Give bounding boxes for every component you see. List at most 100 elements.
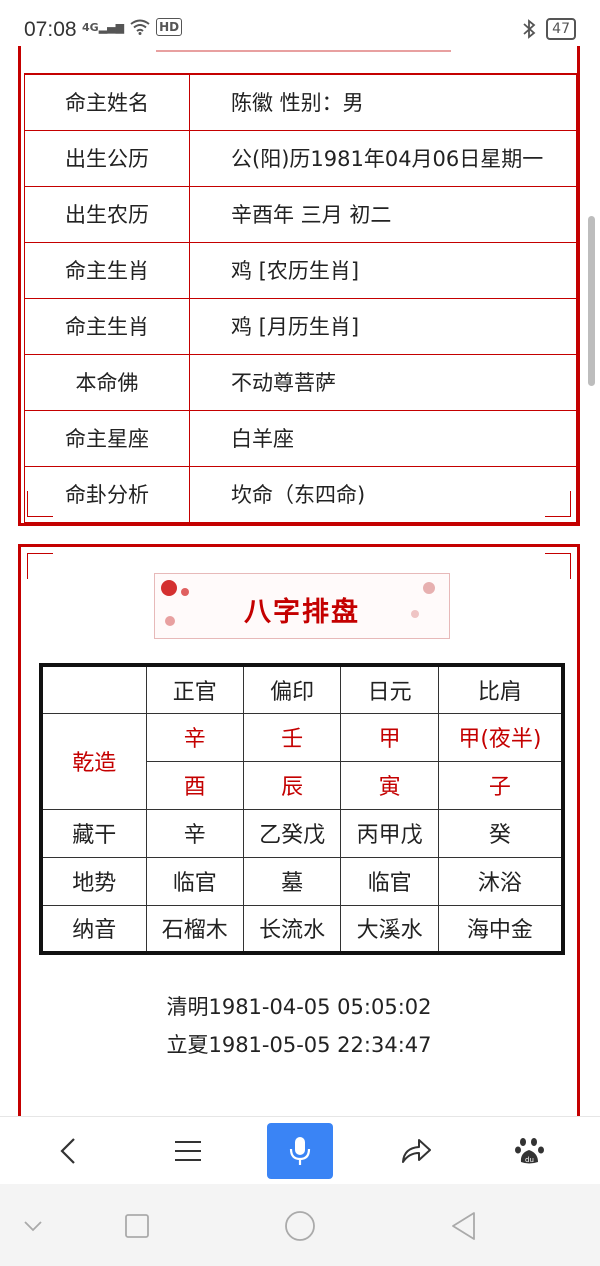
- heavenly-stem: 甲(夜半): [437, 712, 564, 762]
- nayin-cell: 石榴木: [145, 904, 244, 954]
- system-nav-bar: [0, 1184, 600, 1266]
- table-row: 正官 偏印 日元 比肩: [40, 664, 564, 714]
- status-right-icons: 47: [522, 18, 576, 40]
- info-table: 命主姓名 陈徽 性别：男 出生公历 公(阳)历1981年04月06日星期一 出生…: [24, 73, 577, 523]
- row-label: 出生公历: [24, 129, 190, 187]
- back-button[interactable]: [38, 1125, 98, 1177]
- row-label: 地势: [40, 856, 147, 906]
- row-label: 藏干: [40, 808, 147, 858]
- pillar-header: 偏印: [242, 664, 342, 714]
- wifi-icon: [130, 19, 150, 35]
- earthly-branch: 酉: [145, 760, 244, 810]
- row-label: 命主姓名: [24, 73, 190, 131]
- status-left-icons: 4G▂▄▆ HD: [82, 18, 183, 36]
- system-back-button[interactable]: [438, 1206, 488, 1246]
- table-row: 乾造 辛 壬 甲 甲(夜半): [40, 712, 564, 810]
- table-row: 命主星座 白羊座: [24, 409, 577, 467]
- corner-ornament: [27, 553, 53, 579]
- decorative-divider: [156, 46, 451, 52]
- canggan-cell: 辛: [145, 808, 244, 858]
- table-row: 命主生肖 鸡 [月历生肖]: [24, 297, 577, 355]
- info-panel: 命主姓名 陈徽 性别：男 出生公历 公(阳)历1981年04月06日星期一 出生…: [18, 46, 580, 526]
- status-time: 07:08: [24, 18, 77, 41]
- recent-apps-button[interactable]: [112, 1206, 162, 1246]
- earthly-branch: 辰: [242, 760, 342, 810]
- corner-ornament: [27, 491, 53, 517]
- row-value: 陈徽 性别：男: [189, 73, 577, 131]
- pillar-header: 正官: [145, 664, 244, 714]
- collapse-nav-button[interactable]: [8, 1206, 58, 1246]
- bazi-panel: 八字排盘 正官 偏印 日元 比肩 乾造 辛 壬 甲 甲(夜半) 酉 辰 寅 子 …: [18, 544, 580, 1116]
- table-row: 命主生肖 鸡 [农历生肖]: [24, 241, 577, 299]
- table-row: 出生农历 辛酉年 三月 初二: [24, 185, 577, 243]
- bazi-banner: 八字排盘: [154, 573, 450, 639]
- jieqi-line: 清明1981-04-05 05:05:02: [166, 995, 432, 1019]
- canggan-cell: 癸: [437, 808, 564, 858]
- row-value: 辛酉年 三月 初二: [189, 185, 577, 243]
- dishi-cell: 临官: [145, 856, 244, 906]
- recent-apps-icon: [125, 1214, 149, 1238]
- corner-ornament: [545, 553, 571, 579]
- row-label: 命主生肖: [24, 297, 190, 355]
- dishi-cell: 临官: [340, 856, 439, 906]
- pillar-header: 比肩: [437, 664, 564, 714]
- banner-title: 八字排盘: [244, 597, 360, 628]
- earthly-branch: 寅: [340, 760, 439, 810]
- row-value: 不动尊菩萨: [189, 353, 577, 411]
- back-icon: [60, 1138, 75, 1164]
- row-value: 白羊座: [189, 409, 577, 467]
- svg-text:du: du: [525, 1156, 534, 1164]
- dishi-cell: 沐浴: [437, 856, 564, 906]
- collapse-icon: [24, 1221, 42, 1232]
- table-row: 纳音 石榴木 长流水 大溪水 海中金: [40, 904, 564, 954]
- table-row: 藏干 辛 乙癸戊 丙甲戊 癸: [40, 808, 564, 858]
- qianzao-label: 乾造: [40, 712, 147, 810]
- scrollbar[interactable]: [588, 216, 595, 386]
- row-value: 鸡 [农历生肖]: [189, 241, 577, 299]
- page-content: 命主姓名 陈徽 性别：男 出生公历 公(阳)历1981年04月06日星期一 出生…: [0, 46, 600, 1116]
- table-row: 本命佛 不动尊菩萨: [24, 353, 577, 411]
- share-icon: [402, 1139, 431, 1163]
- baidu-button[interactable]: du: [500, 1125, 560, 1177]
- menu-icon: [175, 1141, 201, 1161]
- battery-icon: 47: [546, 18, 576, 40]
- row-value: 鸡 [月历生肖]: [189, 297, 577, 355]
- bluetooth-icon: [523, 19, 536, 39]
- row-label: 本命佛: [24, 353, 190, 411]
- table-row: 地势 临官 墓 临官 沐浴: [40, 856, 564, 906]
- nayin-cell: 长流水: [242, 904, 342, 954]
- menu-button[interactable]: [158, 1125, 218, 1177]
- jieqi-line: 立夏1981-05-05 22:34:47: [166, 1033, 432, 1057]
- voice-search-button[interactable]: [267, 1123, 333, 1179]
- canggan-cell: 丙甲戊: [340, 808, 439, 858]
- row-value: 坎命（东四命): [189, 465, 577, 523]
- heavenly-stem: 辛: [145, 712, 244, 762]
- baidu-paw-icon: du: [515, 1138, 544, 1164]
- hd-icon: HD: [156, 18, 183, 36]
- pillar-header: 日元: [340, 664, 439, 714]
- row-label: 命主星座: [24, 409, 190, 467]
- signal-icon: 4G▂▄▆: [82, 20, 125, 34]
- home-button[interactable]: [275, 1206, 325, 1246]
- nayin-cell: 大溪水: [340, 904, 439, 954]
- table-row: 命卦分析 坎命（东四命): [24, 465, 577, 523]
- nayin-cell: 海中金: [437, 904, 564, 954]
- dishi-cell: 墓: [242, 856, 342, 906]
- empty-cell: [40, 664, 147, 714]
- row-value: 公(阳)历1981年04月06日星期一: [189, 129, 577, 187]
- bazi-table: 正官 偏印 日元 比肩 乾造 辛 壬 甲 甲(夜半) 酉 辰 寅 子 藏干 辛 …: [39, 663, 565, 955]
- home-icon: [285, 1211, 315, 1241]
- row-label: 命主生肖: [24, 241, 190, 299]
- back-triangle-icon: [452, 1212, 475, 1240]
- heavenly-stem: 甲: [340, 712, 439, 762]
- row-label: 纳音: [40, 904, 147, 954]
- microphone-icon: [289, 1137, 311, 1165]
- share-button[interactable]: [386, 1125, 446, 1177]
- browser-toolbar: du: [0, 1116, 600, 1184]
- table-row: 出生公历 公(阳)历1981年04月06日星期一: [24, 129, 577, 187]
- corner-ornament: [545, 491, 571, 517]
- earthly-branch: 子: [437, 760, 564, 810]
- heavenly-stem: 壬: [242, 712, 342, 762]
- row-label: 出生农历: [24, 185, 190, 243]
- canggan-cell: 乙癸戊: [242, 808, 342, 858]
